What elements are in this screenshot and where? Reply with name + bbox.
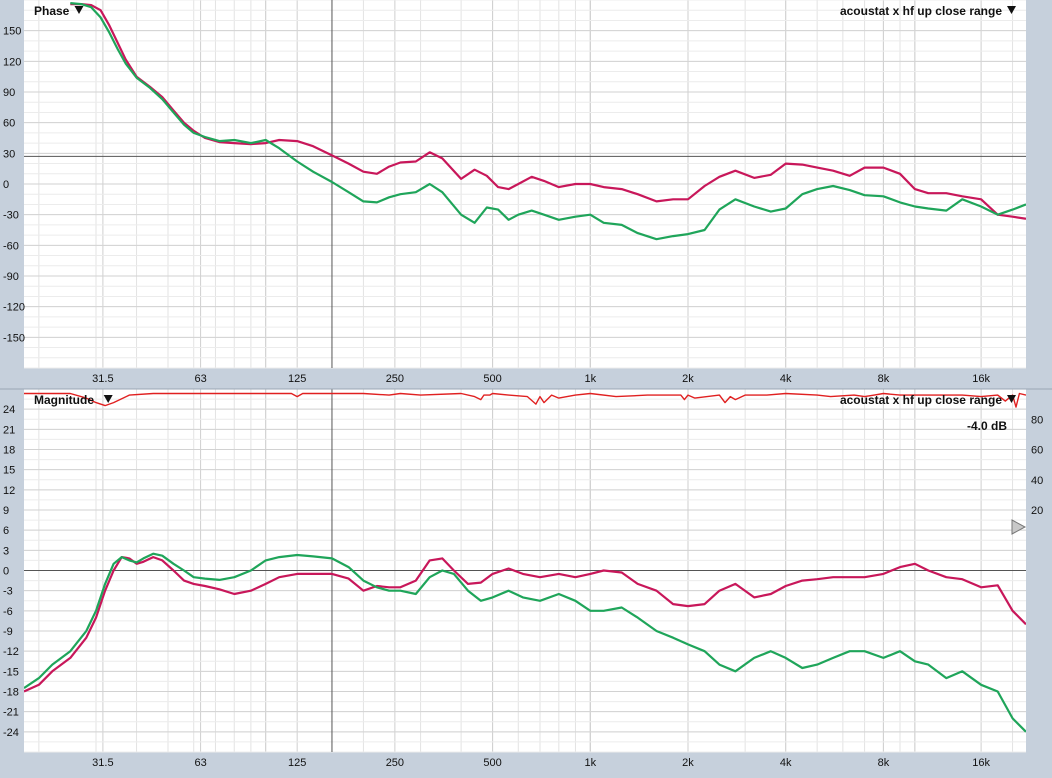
- magnitude-ytick-label: 24: [3, 404, 15, 416]
- magnitude-ytick-label: -18: [3, 687, 19, 699]
- phase-ytick-label: 0: [3, 179, 9, 191]
- phase-magnitude-chart: 1501209060300-30-60-90-120-15031.5 63 125 2…: [0, 0, 1052, 778]
- rew-graph-window: 150 120 90 60 30 0 -30 -60 -90 -120 -150 31.5 63 125 2…: [0, 0, 1052, 778]
- phase-measurement-label: acoustat x hf up close range: [840, 4, 1002, 18]
- magnitude-right-tick-label: 40: [1031, 475, 1043, 487]
- phase-xtick-label: 500: [483, 373, 501, 385]
- magnitude-ytick-label: -6: [3, 606, 13, 618]
- magnitude-ytick-label: -9: [3, 626, 13, 638]
- magnitude-ytick-label: 9: [3, 505, 9, 517]
- magnitude-ytick-label: 12: [3, 485, 15, 497]
- magnitude-xtick-label: 125: [288, 757, 306, 769]
- phase-xtick-label: 8k: [878, 373, 890, 385]
- magnitude-ytick-label: 0: [3, 566, 9, 578]
- magnitude-ytick-label: -21: [3, 707, 19, 719]
- phase-panel: 150 120 90 60 30 0 -30 -60 -90 -120 -150 31.5 63 125 2…: [3, 0, 1026, 385]
- phase-ytick-label: 120: [3, 56, 21, 68]
- phase-xtick-label: 16k: [972, 373, 990, 385]
- magnitude-ytick-label: -15: [3, 666, 19, 678]
- phase-ytick-label: -150: [3, 332, 25, 344]
- magnitude-ytick-label: 21: [3, 424, 15, 436]
- phase-panel-title: Phase: [34, 4, 70, 18]
- magnitude-measurement-label: acoustat x hf up close range: [840, 393, 1002, 407]
- magnitude-xtick-label: 8k: [878, 757, 890, 769]
- phase-xtick-label: 31.5: [92, 373, 113, 385]
- magnitude-right-tick-label: 20: [1031, 505, 1043, 517]
- phase-xtick-label: 4k: [780, 373, 792, 385]
- magnitude-xtick-label: 500: [483, 757, 501, 769]
- magnitude-ytick-label: 3: [3, 545, 9, 557]
- magnitude-ytick-label: -12: [3, 646, 19, 658]
- phase-xtick-label: 250: [386, 373, 404, 385]
- magnitude-panel-title: Magnitude: [34, 393, 94, 407]
- magnitude-ytick-label: 6: [3, 525, 9, 537]
- magnitude-ytick-label: -3: [3, 586, 13, 598]
- phase-ytick-label: 60: [3, 118, 15, 130]
- phase-xtick-label: 63: [194, 373, 206, 385]
- phase-ytick-label: -30: [3, 210, 19, 222]
- phase-ytick-label: 90: [3, 87, 15, 99]
- magnitude-ytick-label: 18: [3, 445, 15, 457]
- phase-ytick-label: 30: [3, 148, 15, 160]
- magnitude-xtick-label: 31.5: [92, 757, 113, 769]
- magnitude-ytick-label: -24: [3, 727, 19, 739]
- magnitude-xtick-label: 16k: [972, 757, 990, 769]
- magnitude-xtick-label: 4k: [780, 757, 792, 769]
- magnitude-right-tick-label: 60: [1031, 445, 1043, 457]
- magnitude-xtick-label: 63: [194, 757, 206, 769]
- magnitude-xtick-label: 250: [386, 757, 404, 769]
- phase-ytick-label: -90: [3, 271, 19, 283]
- magnitude-panel: 24211815129630-3-6-9-12-15-18-21-2431.5 6…: [3, 388, 1043, 769]
- phase-xtick-label: 125: [288, 373, 306, 385]
- magnitude-right-tick-label: 80: [1031, 414, 1043, 426]
- phase-ytick-label: -120: [3, 302, 25, 314]
- magnitude-ytick-label: 15: [3, 465, 15, 477]
- phase-ytick-label: 150: [3, 26, 21, 38]
- phase-xtick-label: 1k: [584, 373, 596, 385]
- magnitude-xtick-label: 1k: [584, 757, 596, 769]
- phase-ytick-label: -60: [3, 240, 19, 252]
- magnitude-xtick-label: 2k: [682, 757, 694, 769]
- phase-xtick-label: 2k: [682, 373, 694, 385]
- magnitude-readout: -4.0 dB: [967, 419, 1007, 433]
